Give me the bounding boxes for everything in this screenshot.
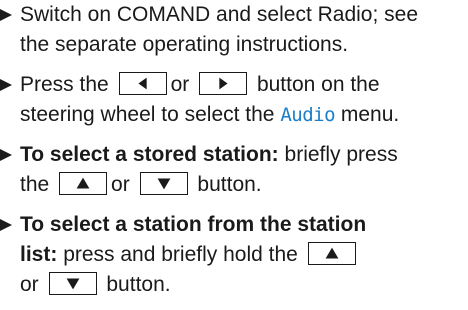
step-2-or: or <box>170 73 190 96</box>
step-3-line-2-prefix: the <box>20 173 50 196</box>
right-arrow-key-icon <box>199 71 248 95</box>
bullet-arrow-icon <box>0 219 12 231</box>
step-3-line-1: To select a stored station: briefly pres… <box>20 140 468 170</box>
step-4-heading-line-1: To select a station from the station <box>20 213 367 236</box>
step-2-line-2: steering wheel to select the Audio menu. <box>20 100 468 130</box>
step-2-line-1: Press the or button on the <box>20 70 468 100</box>
down-arrow-key-icon <box>48 271 97 295</box>
step-1: Switch on COMAND and select Radio; see t… <box>0 0 468 60</box>
step-3-or: or <box>111 173 130 196</box>
step-4-line-2: list: press and briefly hold the <box>20 240 468 270</box>
step-2-text-suffix: button on the <box>256 73 380 96</box>
step-4-line-2-suffix: press and briefly hold the <box>63 243 298 266</box>
bullet-arrow-icon <box>0 79 12 91</box>
step-1-line-1: Switch on COMAND and select Radio; see <box>20 3 419 26</box>
step-2-line-2-prefix: steering wheel to select the <box>20 103 275 126</box>
left-arrow-key-icon <box>118 71 167 95</box>
up-arrow-key-icon <box>307 241 356 265</box>
step-3-line-1-suffix: briefly press <box>284 143 398 166</box>
step-4: To select a station from the station lis… <box>0 210 468 300</box>
audio-menu-name: Audio <box>280 104 336 126</box>
step-1-line-2: the separate operating instructions. <box>20 33 349 56</box>
step-3: To select a stored station: briefly pres… <box>0 140 468 200</box>
step-3-line-2-suffix: button. <box>197 173 262 196</box>
step-3-heading: To select a stored station: <box>20 143 279 166</box>
step-2-line-2-suffix: menu. <box>340 103 400 126</box>
step-2-text-prefix: Press the <box>20 73 109 96</box>
down-arrow-key-icon <box>139 171 188 195</box>
step-4-line-3: or button. <box>20 270 468 300</box>
step-2: Press the or button on the steering whee… <box>0 70 468 130</box>
step-4-heading-line-2: list: <box>20 243 58 266</box>
step-3-line-2: the or button. <box>20 170 468 200</box>
up-arrow-key-icon <box>59 171 108 195</box>
bullet-arrow-icon <box>0 149 12 161</box>
instruction-list: Switch on COMAND and select Radio; see t… <box>0 0 468 310</box>
bullet-arrow-icon <box>0 9 12 21</box>
